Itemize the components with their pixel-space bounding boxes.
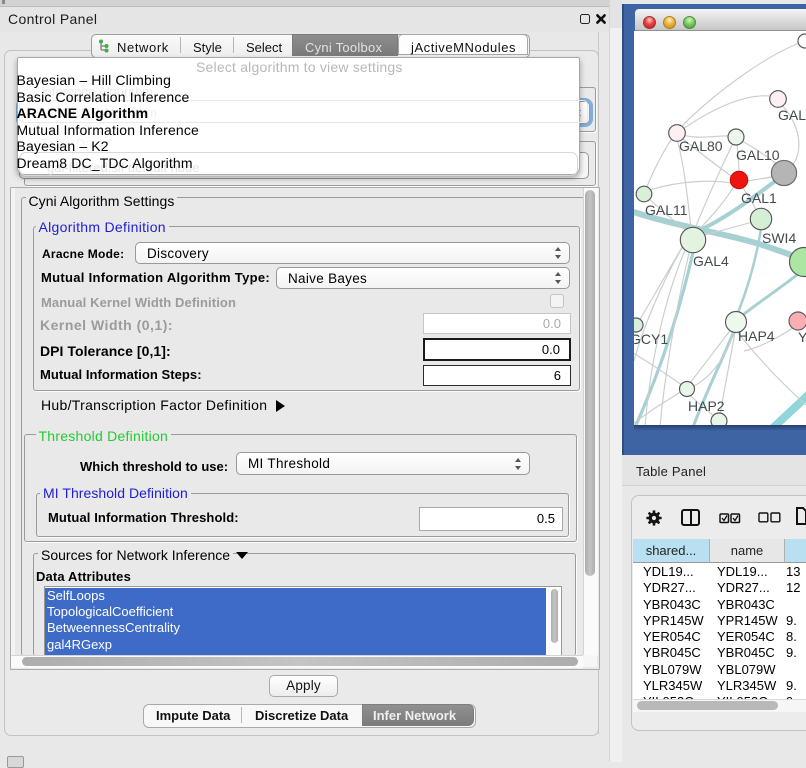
svg-text:HAP2: HAP2	[688, 398, 725, 414]
svg-text:GAL4: GAL4	[693, 253, 729, 269]
svg-text:GAL10: GAL10	[736, 147, 780, 163]
svg-text:GCY1: GCY1	[634, 331, 668, 347]
svg-text:GAL11: GAL11	[645, 202, 688, 218]
svg-text:Y: Y	[798, 329, 806, 345]
svg-text:GAL: GAL	[778, 107, 806, 123]
svg-text:SWI4: SWI4	[762, 230, 796, 246]
svg-text:GAL1: GAL1	[741, 190, 777, 206]
svg-text:HAP4: HAP4	[738, 328, 775, 344]
svg-text:GAL80: GAL80	[679, 138, 723, 154]
